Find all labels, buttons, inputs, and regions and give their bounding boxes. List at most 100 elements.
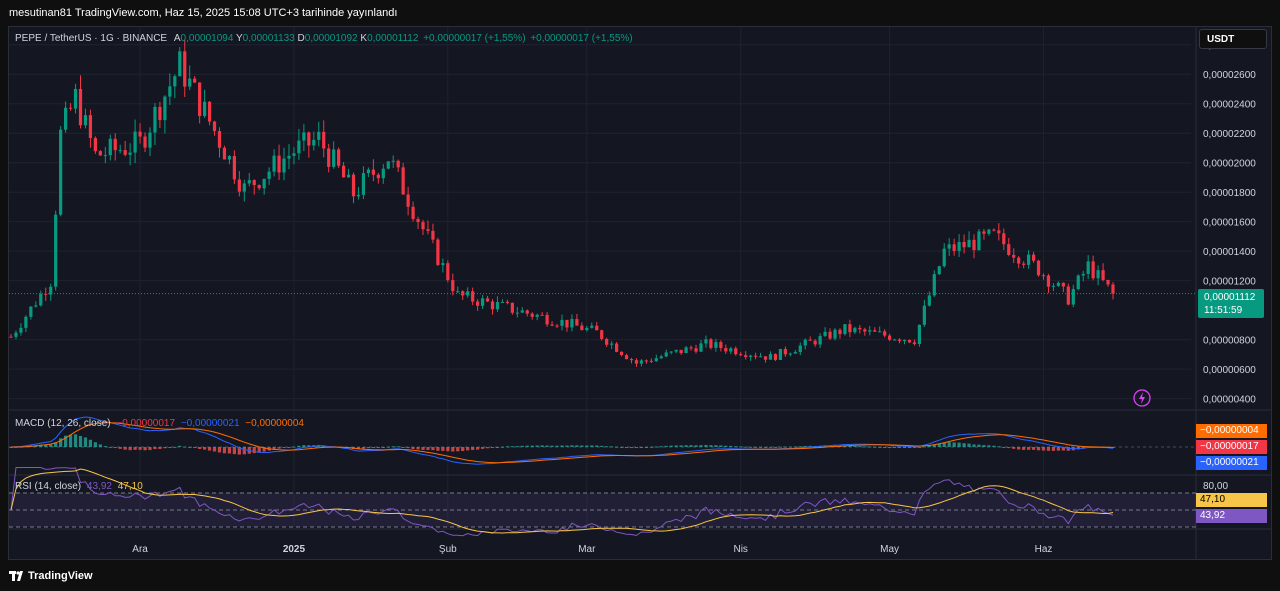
candle-body xyxy=(302,132,306,141)
candle-body xyxy=(1056,282,1061,286)
candle-body xyxy=(113,138,117,151)
candle-body xyxy=(1111,284,1115,294)
price-axis-label: 0,00001600 xyxy=(1203,218,1256,229)
time-axis-label: May xyxy=(880,544,899,555)
macd-hist-bar xyxy=(639,447,644,448)
candle-body xyxy=(947,244,951,249)
candle-body xyxy=(207,101,212,122)
candle-body xyxy=(1086,261,1090,274)
macd-hist-bar xyxy=(1041,447,1046,451)
time-axis-label: Haz xyxy=(1035,544,1053,555)
candle-body xyxy=(758,356,763,358)
candle-body xyxy=(163,96,167,121)
macd-hist-bar xyxy=(128,447,132,451)
rsi-label[interactable]: RSI (14, close) xyxy=(15,481,81,492)
candle-body xyxy=(188,78,192,87)
candle-body xyxy=(788,353,792,355)
candle-body xyxy=(639,360,644,364)
macd-hist-bar xyxy=(1046,447,1051,451)
close-value: 0,00001112 xyxy=(367,33,419,44)
macd-hist-bar xyxy=(763,446,768,448)
macd-hist-bar xyxy=(699,445,703,447)
candle-body xyxy=(381,168,385,179)
macd-hist-bar xyxy=(441,447,445,451)
macd-hist-bar xyxy=(1007,447,1011,449)
candle-body xyxy=(610,343,614,345)
candle-body xyxy=(783,348,787,355)
tradingview-brand[interactable]: TradingView xyxy=(9,570,93,582)
macd-hist-bar xyxy=(739,446,743,448)
candle-body xyxy=(1051,285,1056,287)
candle-body xyxy=(749,355,753,357)
rsi-ma-value: 47,10 xyxy=(117,481,143,492)
price-axis-label: 0,00000800 xyxy=(1203,336,1256,347)
candle-body xyxy=(535,314,539,317)
macd-hist-bar xyxy=(590,445,594,447)
candle-body xyxy=(868,330,872,332)
candle-body xyxy=(902,339,907,342)
macd-hist-bar xyxy=(471,447,475,451)
macd-hist-bar xyxy=(947,442,951,447)
candle-body xyxy=(322,131,326,149)
macd-hist-badge: −0,00000017 xyxy=(1196,440,1267,454)
macd-hist-bar xyxy=(495,447,500,448)
macd-hist-bar xyxy=(118,447,122,449)
candle-body xyxy=(669,351,673,353)
macd-hist-bar xyxy=(610,446,614,448)
candle-body xyxy=(828,331,832,339)
chart-canvas[interactable]: 0,000028000,000026000,000024000,00002200… xyxy=(9,27,1271,559)
candle-body xyxy=(24,316,28,328)
candle-body xyxy=(1096,270,1100,279)
macd-hist-bar xyxy=(525,445,529,447)
candle-body xyxy=(590,325,594,328)
macd-hist-bar xyxy=(1051,447,1056,451)
candle-body xyxy=(34,305,38,307)
macd-hist-bar xyxy=(401,447,405,448)
macd-hist-bar xyxy=(768,446,773,448)
candle-body xyxy=(972,239,976,251)
candle-body xyxy=(823,331,827,336)
change-value-2: +0,00000017 (+1,55%) xyxy=(530,33,633,44)
macd-hist-bar xyxy=(68,434,73,447)
macd-hist-bar xyxy=(227,447,232,454)
macd-hist-bar xyxy=(376,447,380,448)
candle-body xyxy=(277,155,281,173)
rsi-level-label: 80,00 xyxy=(1203,481,1228,492)
macd-hist-bar xyxy=(431,447,435,451)
candle-body xyxy=(480,298,485,306)
candle-body xyxy=(63,107,68,130)
candle-body xyxy=(93,138,97,152)
candle-body xyxy=(942,248,946,267)
candle-body xyxy=(863,329,867,332)
currency-button[interactable]: USDT xyxy=(1199,29,1267,49)
candle-body xyxy=(684,347,688,354)
macd-hist-bar xyxy=(654,446,658,448)
macd-signal-value: −0,00000004 xyxy=(245,418,304,429)
macd-hist-bar xyxy=(575,445,579,447)
candle-body xyxy=(198,82,202,117)
macd-hist-bar xyxy=(386,446,390,448)
candle-body xyxy=(68,107,73,109)
candle-body xyxy=(619,351,624,356)
candle-body xyxy=(202,101,207,117)
candle-body xyxy=(838,329,842,335)
candle-body xyxy=(848,324,852,333)
macd-hist-bar xyxy=(411,447,415,449)
price-axis-label: 0,00002400 xyxy=(1203,100,1256,111)
macd-hist-bar xyxy=(88,439,93,447)
macd-hist-bar xyxy=(873,446,877,448)
candle-body xyxy=(664,352,668,357)
macd-hist-group xyxy=(9,434,1115,455)
macd-hist-bar xyxy=(78,435,83,447)
candle-body xyxy=(73,88,78,109)
macd-hist-bar xyxy=(595,445,599,447)
macd-label[interactable]: MACD (12, 26, close) xyxy=(15,418,111,429)
candle-body xyxy=(436,239,440,265)
macd-hist-bar xyxy=(659,446,663,448)
macd-hist-bar xyxy=(168,447,172,448)
candle-body xyxy=(798,345,802,353)
symbol-name[interactable]: PEPE / TetherUS · 1G · BINANCE xyxy=(15,33,167,44)
chart-area[interactable]: 0,000028000,000026000,000024000,00002200… xyxy=(8,26,1272,560)
candle-body xyxy=(714,342,718,348)
candle-body xyxy=(1036,260,1041,276)
